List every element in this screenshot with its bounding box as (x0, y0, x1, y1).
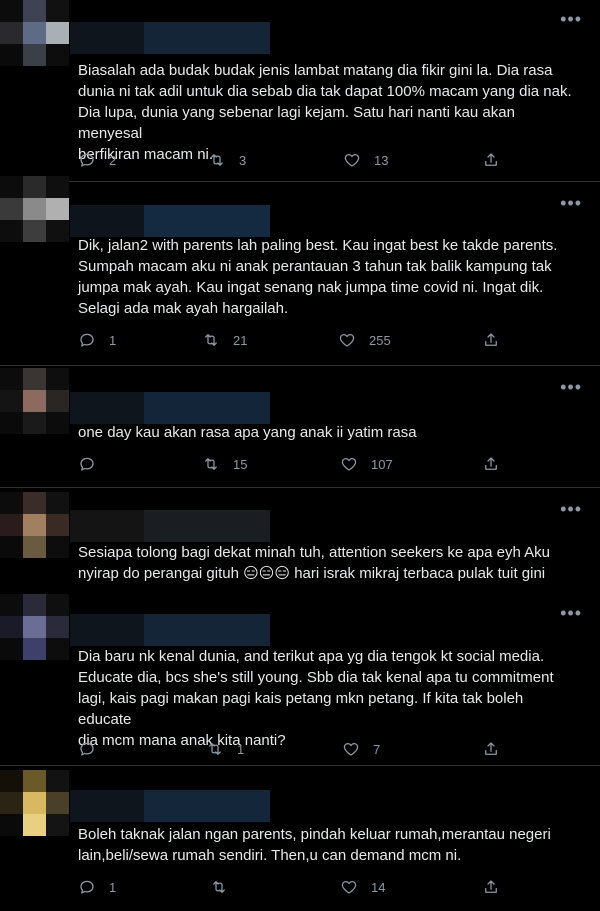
share-icon (485, 742, 497, 755)
like-count: 14 (371, 879, 386, 895)
retweet-button[interactable] (210, 876, 241, 898)
blurred-username[interactable] (70, 510, 280, 542)
divider (0, 765, 600, 766)
like-button[interactable]: 107 (340, 453, 393, 475)
share-icon (485, 457, 497, 470)
retweet-count: 15 (233, 456, 248, 472)
like-button[interactable]: 13 (343, 149, 388, 171)
more-icon[interactable]: ••• (560, 10, 582, 28)
avatar[interactable] (0, 594, 69, 660)
tweet-text: Sesiapa tolong bagi dekat minah tuh, att… (78, 544, 550, 582)
reply-button[interactable] (78, 453, 109, 475)
share-icon (485, 153, 497, 166)
blurred-username[interactable] (70, 205, 280, 237)
reply-count: 1 (109, 879, 117, 895)
more-icon[interactable]: ••• (560, 604, 582, 622)
share-button[interactable] (482, 876, 500, 898)
divider (0, 487, 600, 488)
reply-button[interactable]: 2 (78, 149, 116, 171)
like-count: 107 (371, 456, 393, 472)
retweet-icon (209, 743, 221, 755)
reply-button[interactable]: 1 (78, 329, 116, 351)
retweet-button[interactable]: 21 (202, 329, 247, 351)
share-icon (485, 333, 497, 346)
retweet-icon (211, 154, 223, 166)
like-button[interactable]: 255 (338, 329, 391, 351)
reply-button[interactable]: 1 (78, 876, 116, 898)
more-icon[interactable]: ••• (560, 500, 582, 518)
blurred-username[interactable] (70, 392, 280, 424)
like-icon (339, 333, 355, 347)
like-icon (341, 457, 357, 471)
like-icon (344, 153, 360, 167)
reply-icon (80, 742, 94, 756)
share-button[interactable] (482, 329, 500, 351)
like-icon (343, 742, 359, 756)
tweet-text: Dik, jalan2 with parents lah paling best… (78, 237, 558, 317)
like-button[interactable]: 7 (342, 738, 380, 760)
tweet-2[interactable]: ••• Dik, jalan2 with parents lah paling … (0, 176, 600, 366)
blurred-username[interactable] (70, 614, 280, 646)
reply-icon (80, 457, 94, 471)
reply-count: 2 (109, 152, 117, 168)
retweet-count: 3 (239, 152, 247, 168)
tweet-text: one day kau akan rasa apa yang anak ii y… (78, 424, 417, 441)
more-icon[interactable]: ••• (560, 194, 582, 212)
reply-icon (80, 880, 94, 894)
blurred-username[interactable] (70, 22, 280, 54)
divider (0, 365, 600, 366)
tweet-text: Dia baru nk kenal dunia, and terikut apa… (78, 648, 554, 749)
reply-button[interactable] (78, 738, 109, 760)
tweet-6[interactable]: Boleh taknak jalan ngan parents, pindah … (0, 770, 600, 911)
blurred-username[interactable] (70, 790, 280, 822)
avatar[interactable] (0, 492, 69, 558)
avatar[interactable] (0, 368, 69, 434)
share-button[interactable] (482, 149, 500, 171)
like-count: 255 (369, 332, 391, 348)
tweet-1[interactable]: ••• Biasalah ada budak budak jenis lamba… (0, 0, 600, 182)
share-button[interactable] (482, 453, 500, 475)
tweet-5[interactable]: ••• Dia baru nk kenal dunia, and terikut… (0, 594, 600, 766)
avatar[interactable] (0, 770, 69, 836)
like-icon (341, 880, 357, 894)
like-button[interactable]: 14 (340, 876, 385, 898)
share-icon (485, 880, 497, 893)
like-count: 7 (373, 741, 381, 757)
like-count: 13 (374, 152, 389, 168)
reply-count: 1 (109, 332, 117, 348)
retweet-button[interactable]: 1 (206, 738, 244, 760)
share-button[interactable] (482, 738, 500, 760)
avatar[interactable] (0, 0, 69, 66)
tweet-text: Boleh taknak jalan ngan parents, pindah … (78, 826, 551, 864)
tweet-4[interactable]: ••• Sesiapa tolong bagi dekat minah tuh,… (0, 492, 600, 592)
more-icon[interactable]: ••• (560, 378, 582, 396)
retweet-icon (205, 334, 217, 346)
avatar[interactable] (0, 176, 69, 242)
retweet-button[interactable]: 3 (208, 149, 246, 171)
reply-icon (80, 333, 94, 347)
retweet-count: 1 (237, 741, 245, 757)
retweet-icon (213, 881, 225, 893)
reply-icon (80, 153, 94, 167)
retweet-icon (205, 458, 217, 470)
retweet-count: 21 (233, 332, 248, 348)
tweet-3[interactable]: ••• one day kau akan rasa apa yang anak … (0, 368, 600, 488)
retweet-button[interactable]: 15 (202, 453, 247, 475)
